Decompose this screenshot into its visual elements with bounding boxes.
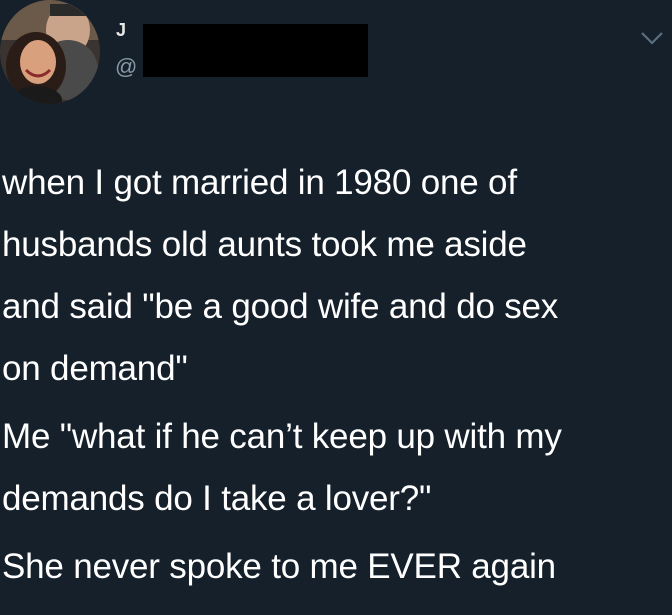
tweet-line: She never spoke to me EVER again bbox=[2, 547, 556, 586]
tweet-line: Me "what if he can’t keep up with my bbox=[2, 417, 562, 456]
tweet-card: J @ when I got married in 1980 one of hu… bbox=[0, 0, 672, 615]
tweet-line: demands do I take a lover?" bbox=[2, 479, 432, 518]
tweet-line: husbands old aunts took me aside bbox=[2, 225, 527, 264]
profile-photo-icon bbox=[0, 0, 100, 104]
redaction-box bbox=[143, 24, 368, 77]
author-avatar[interactable] bbox=[0, 0, 100, 104]
author-name[interactable]: J bbox=[116, 21, 126, 39]
tweet-line: when I got married in 1980 one of bbox=[2, 163, 517, 202]
author-handle[interactable]: @ bbox=[115, 56, 143, 78]
tweet-paragraph: when I got married in 1980 one of husban… bbox=[2, 152, 670, 400]
chevron-down-icon[interactable] bbox=[638, 28, 666, 48]
tweet-paragraph: She never spoke to me EVER again bbox=[2, 536, 670, 598]
tweet-line: and said "be a good wife and do sex bbox=[2, 287, 559, 326]
tweet-paragraph: Me "what if he can’t keep up with my dem… bbox=[2, 406, 670, 530]
tweet-line: on demand" bbox=[2, 349, 188, 388]
tweet-text: when I got married in 1980 one of husban… bbox=[2, 152, 670, 604]
